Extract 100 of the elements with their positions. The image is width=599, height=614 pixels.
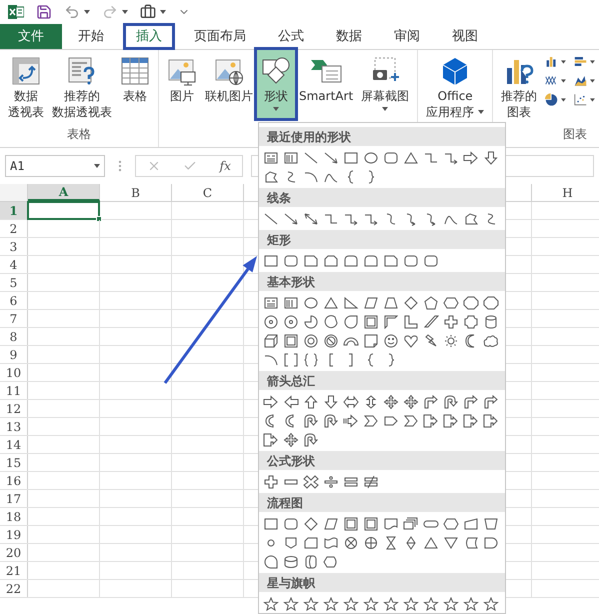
rounded-rectangle-icon[interactable] <box>283 516 299 530</box>
down-arrow-icon[interactable] <box>483 150 499 164</box>
bent-arrow-icon[interactable] <box>423 394 439 408</box>
arc-icon[interactable] <box>263 352 279 366</box>
sequential-storage-icon[interactable] <box>263 554 279 568</box>
triangle-icon[interactable] <box>323 296 339 310</box>
arrow-callout-icon[interactable] <box>463 414 479 428</box>
ribbon-button[interactable]: 屏幕截图 <box>357 50 414 118</box>
scatter-chart-icon[interactable] <box>574 92 588 107</box>
cloud-icon[interactable] <box>483 334 499 348</box>
line-chart-icon[interactable] <box>545 73 558 88</box>
arrow-callout-icon[interactable] <box>443 414 459 428</box>
row-header[interactable]: 13 <box>0 418 28 435</box>
ribbon-tab[interactable]: 审阅 <box>378 24 436 49</box>
row-header[interactable]: 20 <box>0 544 28 561</box>
row-header[interactable]: 21 <box>0 562 28 579</box>
line-icon[interactable] <box>303 150 319 164</box>
column-header[interactable]: A <box>28 184 100 201</box>
u-turn-arrow-icon[interactable] <box>303 432 319 446</box>
ribbon-button[interactable]: 数据 透视表 <box>4 50 48 124</box>
divide-icon[interactable] <box>323 474 339 488</box>
hexagon-icon[interactable] <box>443 296 459 310</box>
elbow-arrow-icon[interactable] <box>363 212 379 226</box>
u-turn-arrow-icon[interactable] <box>443 394 459 408</box>
row-header[interactable]: 2 <box>0 220 28 237</box>
star-icon[interactable] <box>423 596 439 610</box>
rounded-rectangle-icon[interactable] <box>403 254 419 268</box>
cross-icon[interactable] <box>443 314 459 328</box>
row-header[interactable]: 9 <box>0 346 28 363</box>
insert-function-button[interactable]: fx <box>220 157 231 175</box>
spreadsheet-app-icon[interactable] <box>8 4 24 20</box>
ribbon-button[interactable]: 表格 <box>116 50 154 108</box>
chevron-icon[interactable] <box>363 414 379 428</box>
arrow-line-icon[interactable] <box>323 150 339 164</box>
card-icon[interactable] <box>303 536 319 550</box>
magnetic-disk-icon[interactable] <box>283 554 299 568</box>
left-arrow-icon[interactable] <box>283 394 299 408</box>
star-icon[interactable] <box>343 596 359 610</box>
text-box-icon[interactable] <box>263 296 279 310</box>
multidocument-icon[interactable] <box>403 516 419 530</box>
four-way-arrow-icon[interactable] <box>383 394 399 408</box>
ribbon-tab[interactable]: 文件 <box>0 24 62 49</box>
arrow-callout-icon[interactable] <box>483 414 499 428</box>
oval-icon[interactable] <box>363 150 379 164</box>
elbow-connector-icon[interactable] <box>423 150 439 164</box>
ribbon-tab[interactable]: 插入 <box>124 24 174 49</box>
right-arrow-icon[interactable] <box>463 150 479 164</box>
ribbon-tab[interactable]: 开始 <box>62 24 120 49</box>
row-header[interactable]: 18 <box>0 508 28 525</box>
smiley-face-icon[interactable] <box>383 334 399 348</box>
star-icon[interactable] <box>283 596 299 610</box>
ribbon-button[interactable]: 推荐的 数据透视表 <box>48 50 116 124</box>
ribbon-button[interactable]: SmartArt <box>295 50 358 108</box>
sun-icon[interactable] <box>443 334 459 348</box>
not-equal-icon[interactable] <box>363 474 379 488</box>
brace-pair-icon[interactable] <box>303 352 319 366</box>
rectangle-icon[interactable] <box>263 516 279 530</box>
star-icon[interactable] <box>403 596 419 610</box>
pie-chart-icon[interactable] <box>545 92 558 107</box>
ribbon-tab[interactable]: 视图 <box>436 24 494 49</box>
row-header[interactable]: 8 <box>0 328 28 345</box>
can-icon[interactable] <box>483 314 499 328</box>
right-triangle-icon[interactable] <box>343 296 359 310</box>
up-down-arrow-icon[interactable] <box>363 394 379 408</box>
frame-icon[interactable] <box>363 314 379 328</box>
rectangle-icon[interactable] <box>343 150 359 164</box>
cube-icon[interactable] <box>263 334 279 348</box>
arrow-callout-icon[interactable] <box>263 432 279 446</box>
u-turn-arrow-icon[interactable] <box>323 414 339 428</box>
half-frame-icon[interactable] <box>383 314 399 328</box>
parallelogram-icon[interactable] <box>363 296 379 310</box>
punched-tape-icon[interactable] <box>323 536 339 550</box>
diamond-icon[interactable] <box>403 296 419 310</box>
row-header[interactable]: 14 <box>0 436 28 453</box>
pie-icon[interactable] <box>303 314 319 328</box>
ribbon-button[interactable]: 形状 <box>257 50 295 118</box>
merge-icon[interactable] <box>443 536 459 550</box>
diagonal-stripe-icon[interactable] <box>423 314 439 328</box>
double-arrow-line-icon[interactable] <box>303 212 319 226</box>
arrow-line-icon[interactable] <box>283 212 299 226</box>
column-chart-icon[interactable] <box>545 54 558 69</box>
or-icon[interactable] <box>363 536 379 550</box>
frame-icon[interactable] <box>343 516 359 530</box>
row-header[interactable]: 6 <box>0 292 28 309</box>
bent-arrow-icon[interactable] <box>483 394 499 408</box>
trapezoid-icon[interactable] <box>383 296 399 310</box>
vertical-text-box-icon[interactable] <box>283 150 299 164</box>
rounded-rectangle-icon[interactable] <box>423 254 439 268</box>
pentagon-arrow-icon[interactable] <box>383 414 399 428</box>
manual-input-icon[interactable] <box>463 516 479 530</box>
donut-icon[interactable] <box>303 334 319 348</box>
star-icon[interactable] <box>443 596 459 610</box>
cross-icon[interactable] <box>263 474 279 488</box>
frame-icon[interactable] <box>283 334 299 348</box>
row-header[interactable]: 7 <box>0 310 28 327</box>
star-icon[interactable] <box>323 596 339 610</box>
triangle-icon[interactable] <box>403 150 419 164</box>
text-box-icon[interactable] <box>263 150 279 164</box>
star-icon[interactable] <box>263 596 279 610</box>
bracket-pair-icon[interactable] <box>283 352 299 366</box>
